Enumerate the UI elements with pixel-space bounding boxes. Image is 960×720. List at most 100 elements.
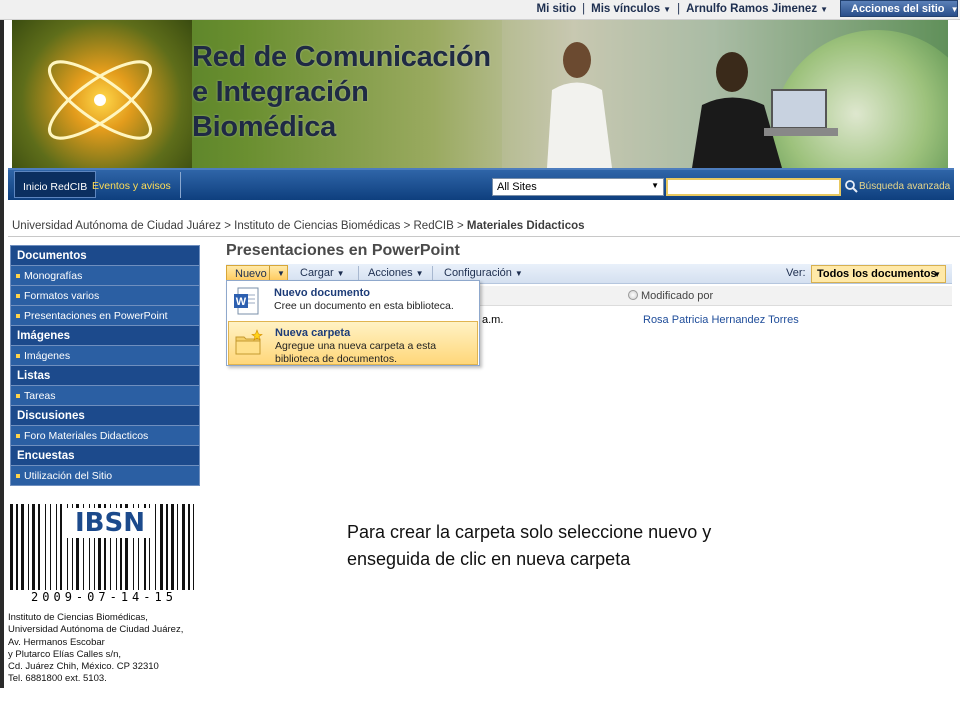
advanced-search-link[interactable]: Búsqueda avanzada (859, 181, 950, 192)
ql-header-surveys[interactable]: Encuestas (10, 445, 200, 465)
menu-item-title: Nuevo documento (274, 287, 370, 299)
menu-item-title: Nueva carpeta (275, 327, 351, 339)
ql-header-lists[interactable]: Listas (10, 365, 200, 385)
ql-item-label: Utilización del Sitio (24, 470, 113, 482)
bullet-icon (16, 274, 20, 279)
new-dropdown-menu: W Nuevo documento Cree un documento en e… (226, 280, 480, 366)
search-icon[interactable] (844, 179, 858, 193)
tab-events[interactable]: Eventos y avisos (92, 180, 171, 192)
upload-button[interactable]: Cargar ▼ (300, 267, 345, 279)
page-title: Presentaciones en PowerPoint (226, 242, 460, 259)
menu-item-description: Cree un documento en esta biblioteca. (274, 300, 454, 312)
settings-label: Configuración (444, 267, 512, 279)
site-actions-button[interactable]: Acciones del sitio ▼ (840, 0, 959, 17)
user-menu[interactable]: Arnulfo Ramos Jimenez ▼ (686, 3, 828, 15)
my-site-link[interactable]: Mi sitio (537, 3, 577, 15)
breadcrumb-separator: > (224, 220, 231, 232)
ibsn-number: 2009-07-14-15 (31, 590, 177, 604)
breadcrumb-item[interactable]: Universidad Autónoma de Ciudad Juárez (12, 220, 221, 232)
ql-item-presentaciones[interactable]: Presentaciones en PowerPoint (10, 305, 200, 325)
bullet-icon (16, 314, 20, 319)
breadcrumb: Universidad Autónoma de Ciudad Juárez > … (12, 220, 585, 232)
svg-text:W: W (236, 296, 247, 308)
chevron-down-icon: ▼ (336, 269, 345, 278)
ibsn-badge[interactable]: IBSN 2009-07-14-15 (8, 504, 200, 604)
ql-header-images[interactable]: Imágenes (10, 325, 200, 345)
banner-title: Red de Comunicación e Integración Bioméd… (192, 40, 491, 145)
topbar-separator: | (582, 3, 586, 15)
address-line: Tel. 6881800 ext. 5103. (8, 673, 107, 685)
quick-launch: Documentos Monografías Formatos varios P… (10, 245, 200, 486)
site-banner: Red de Comunicación e Integración Bioméd… (12, 20, 948, 168)
banner-title-line-2: e Integración (192, 76, 369, 108)
chevron-down-icon: ▼ (514, 269, 523, 278)
new-button-label: Nuevo (235, 268, 267, 280)
ql-item-label: Presentaciones en PowerPoint (24, 310, 168, 322)
search-scope-select[interactable]: All Sites ▼ (492, 178, 664, 196)
bullet-icon (16, 474, 20, 479)
top-navigation: Inicio RedCIB Eventos y avisos All Sites… (8, 168, 954, 200)
ql-item-utilizacion[interactable]: Utilización del Sitio (10, 465, 200, 485)
actions-label: Acciones (368, 267, 413, 279)
topbar-links: Mi sitio | Mis vínculos ▼ | Arnulfo Ramos… (537, 3, 829, 15)
breadcrumb-current: Materiales Didacticos (466, 220, 585, 232)
column-modified-by[interactable]: Modificado por (628, 290, 713, 302)
banner-title-line-1: Red de Comunicación (192, 41, 491, 73)
ql-item-formatos[interactable]: Formatos varios (10, 285, 200, 305)
address-line: Instituto de Ciencias Biomédicas, (8, 612, 148, 623)
view-select[interactable]: Todos los documentos ▼ (811, 265, 946, 283)
atom-logo-icon (48, 60, 152, 140)
ql-item-imagenes[interactable]: Imágenes (10, 345, 200, 365)
bullet-icon (16, 354, 20, 359)
breadcrumb-item[interactable]: Instituto de Ciencias Biomédicas (234, 220, 400, 232)
menu-item-new-folder[interactable]: Nueva carpeta Agregue una nueva carpeta … (228, 321, 478, 365)
chevron-down-icon: ▼ (950, 5, 959, 14)
ql-item-label: Tareas (24, 390, 56, 402)
ql-item-tareas[interactable]: Tareas (10, 385, 200, 405)
ql-item-foro[interactable]: Foro Materiales Didacticos (10, 425, 200, 445)
breadcrumb-separator: > (403, 220, 411, 232)
search-input[interactable] (666, 178, 841, 196)
site-actions-label: Acciones del sitio (851, 3, 945, 15)
instruction-line: enseguida de clic en nueva carpeta (347, 549, 631, 569)
nav-divider (180, 172, 181, 198)
ql-item-label: Foro Materiales Didacticos (24, 430, 149, 442)
view-label: Ver: (786, 267, 806, 279)
instruction-line: Para crear la carpeta solo seleccione nu… (347, 522, 712, 542)
tab-home[interactable]: Inicio RedCIB (14, 171, 97, 198)
chevron-down-icon: ▼ (933, 270, 941, 279)
global-topbar: Mi sitio | Mis vínculos ▼ | Arnulfo Ramos… (0, 0, 960, 20)
chevron-down-icon: ▼ (820, 5, 828, 14)
breadcrumb-divider (8, 236, 960, 237)
row-modified-by-link[interactable]: Rosa Patricia Hernandez Torres (643, 314, 799, 326)
column-modified-by-label: Modificado por (641, 290, 714, 302)
ql-bottom-border (10, 485, 200, 486)
ibsn-label: IBSN (66, 508, 154, 538)
row-modified-time: a.m. (482, 314, 504, 326)
address-line: Universidad Autónoma de Ciudad Juárez, (8, 624, 184, 636)
ql-item-monografias[interactable]: Monografías (10, 265, 200, 285)
settings-button[interactable]: Configuración ▼ (444, 267, 523, 279)
breadcrumb-separator: > (456, 220, 464, 232)
topbar-separator-2: | (677, 3, 681, 15)
ql-header-documents[interactable]: Documentos (10, 245, 200, 265)
ql-header-discussions[interactable]: Discusiones (10, 405, 200, 425)
sort-icon (628, 290, 638, 300)
menu-item-new-document[interactable]: W Nuevo documento Cree un documento en e… (228, 282, 478, 322)
my-links-menu[interactable]: Mis vínculos ▼ (591, 3, 671, 15)
ql-item-label: Formatos varios (24, 290, 100, 302)
address-line: y Plutarco Elías Calles s/n, (8, 648, 121, 660)
breadcrumb-item[interactable]: RedCIB (414, 220, 454, 232)
upload-label: Cargar (300, 267, 334, 279)
view-select-value: Todos los documentos (817, 268, 937, 280)
bullet-icon (16, 394, 20, 399)
actions-button[interactable]: Acciones ▼ (368, 267, 424, 279)
word-document-icon: W (234, 287, 259, 315)
bullet-icon (16, 434, 20, 439)
new-folder-icon (235, 329, 263, 355)
left-edge-bar (0, 20, 4, 688)
instruction-note: Para crear la carpeta solo seleccione nu… (347, 519, 807, 573)
chevron-down-icon: ▼ (277, 269, 285, 278)
address-line: Cd. Juárez Chih, México. CP 32310 (8, 661, 159, 673)
ql-item-label: Imágenes (24, 350, 71, 362)
